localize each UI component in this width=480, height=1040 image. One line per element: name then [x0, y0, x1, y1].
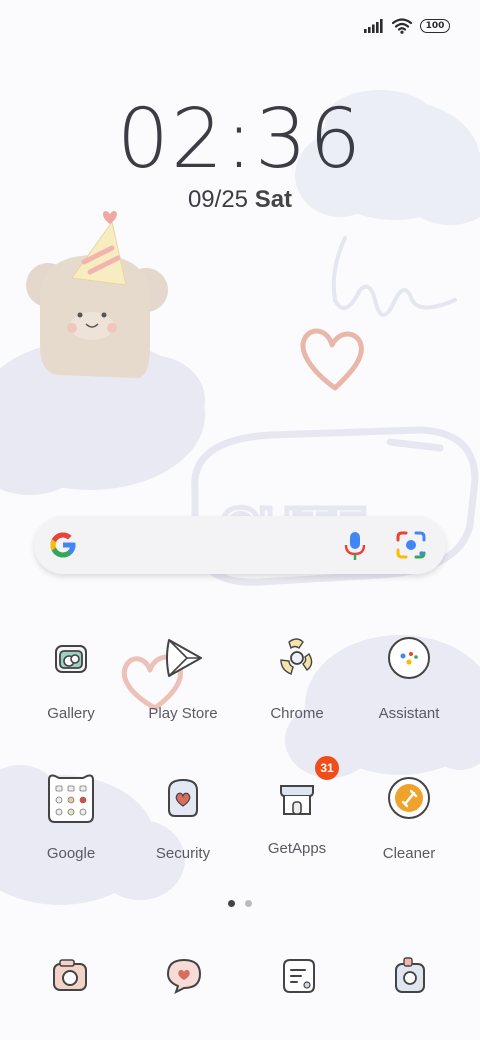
page-indicator[interactable]: [0, 900, 480, 907]
security-icon: [168, 778, 198, 817]
app-label: GetApps: [267, 840, 327, 857]
app-cleaner[interactable]: Cleaner: [354, 770, 464, 862]
signal-icon: [364, 19, 383, 33]
assistant-icon: [388, 637, 430, 679]
bear-illustration: [26, 211, 168, 379]
status-bar: 100: [0, 0, 480, 56]
clock-widget[interactable]: 02:36: [0, 92, 480, 187]
google-g-icon: [50, 532, 76, 558]
chrome-icon: [280, 638, 313, 675]
play-store-icon: [166, 639, 202, 677]
app-getapps[interactable]: 31 GetApps: [242, 756, 352, 857]
camera-app-icon[interactable]: [46, 952, 94, 1000]
app-assistant[interactable]: Assistant: [354, 630, 464, 722]
app-gallery[interactable]: Gallery: [16, 630, 126, 722]
google-lens-icon[interactable]: [396, 531, 426, 559]
messages-app-icon[interactable]: [160, 952, 208, 1000]
clock-separator: :: [225, 92, 255, 187]
app-label: Assistant: [378, 705, 440, 722]
app-play-store[interactable]: Play Store: [128, 630, 238, 722]
google-search-bar[interactable]: [34, 516, 446, 574]
app-security[interactable]: Security: [128, 770, 238, 862]
app-label: Cleaner: [382, 845, 436, 862]
notes-app-icon[interactable]: [274, 952, 322, 1000]
app-label: Security: [155, 845, 211, 862]
photo-app-icon[interactable]: [386, 952, 434, 1000]
app-chrome[interactable]: Chrome: [242, 630, 352, 722]
scribble: [331, 236, 457, 317]
microphone-icon[interactable]: [344, 531, 366, 561]
app-label: Play Store: [148, 705, 218, 722]
app-label: Chrome: [270, 705, 324, 722]
heart-right: [300, 328, 364, 391]
app-label: Gallery: [47, 705, 95, 722]
clock-minutes: 36: [254, 92, 364, 187]
notification-badge: 31: [315, 756, 339, 780]
google-folder-icon: [48, 774, 94, 823]
cleaner-icon: [388, 777, 430, 819]
app-label: Google: [46, 845, 96, 862]
getapps-icon: [280, 785, 314, 815]
date-day: Sat: [254, 186, 293, 213]
date-numeric: 09/25: [187, 186, 249, 213]
page-dot-1[interactable]: [228, 900, 235, 907]
clock-hours: 02: [116, 92, 226, 187]
gallery-icon: [55, 645, 87, 673]
page-dot-2[interactable]: [245, 900, 252, 907]
app-google-folder[interactable]: Google: [16, 770, 126, 862]
battery-indicator: 100: [420, 19, 450, 33]
date-display[interactable]: 09/25 Sat: [0, 186, 480, 214]
wifi-icon: [392, 18, 412, 34]
